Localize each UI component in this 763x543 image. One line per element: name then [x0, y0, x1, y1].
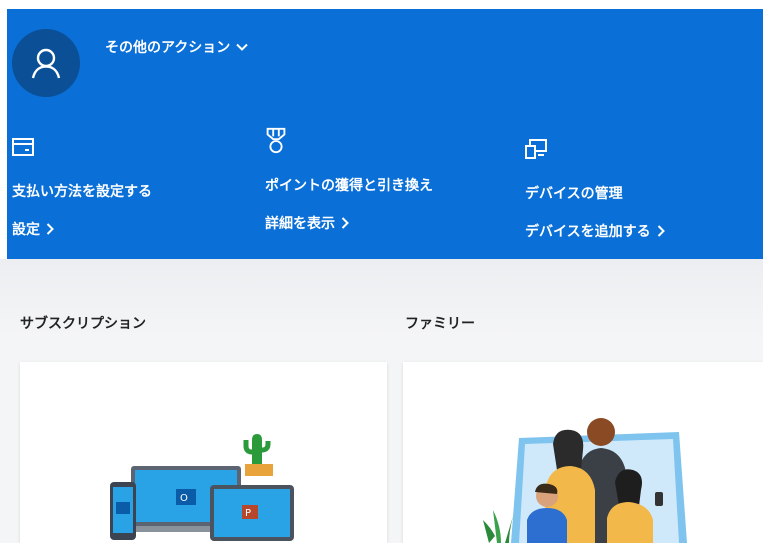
chevron-right-icon [657, 225, 665, 237]
avatar[interactable] [12, 29, 80, 97]
action-payment: 支払い方法を設定する 設定 [12, 133, 152, 239]
chevron-right-icon [341, 217, 349, 229]
person-icon [31, 48, 61, 79]
left-strip [0, 9, 7, 259]
action-devices-link-label: デバイスを追加する [525, 224, 651, 240]
chevron-right-icon [46, 223, 54, 235]
family-heading: ファミリー [405, 316, 475, 332]
action-rewards-link[interactable]: 詳細を表示 [265, 213, 433, 233]
subscriptions-heading: サブスクリプション [20, 316, 146, 332]
office-devices-illustration: O P [110, 434, 294, 541]
account-banner: その他のアクション 支払い方法を設定する 設定 ポイントの獲得と引き換え 詳細を… [7, 9, 763, 259]
action-devices: デバイスの管理 デバイスを追加する [525, 135, 665, 241]
chevron-down-icon [236, 43, 249, 51]
more-actions-label: その他のアクション [105, 40, 231, 56]
rewards-medal-icon [266, 127, 286, 154]
svg-text:O: O [180, 493, 188, 504]
action-devices-title: デバイスの管理 [525, 186, 623, 202]
more-actions-menu[interactable]: その他のアクション [105, 37, 249, 57]
action-payment-link[interactable]: 設定 [12, 219, 152, 239]
top-strip [0, 0, 763, 9]
devices-icon [525, 139, 547, 159]
action-rewards-title: ポイントの獲得と引き換え [265, 178, 433, 194]
subscriptions-card[interactable]: O P [20, 362, 387, 543]
action-payment-link-label: 設定 [12, 222, 40, 238]
family-illustration [483, 418, 687, 543]
credit-card-icon [12, 138, 34, 156]
svg-text:P: P [245, 508, 251, 519]
action-rewards: ポイントの獲得と引き換え 詳細を表示 [265, 127, 433, 233]
action-devices-link[interactable]: デバイスを追加する [525, 221, 665, 241]
family-card[interactable] [403, 362, 763, 543]
action-payment-title: 支払い方法を設定する [12, 184, 152, 200]
action-rewards-link-label: 詳細を表示 [265, 216, 335, 232]
